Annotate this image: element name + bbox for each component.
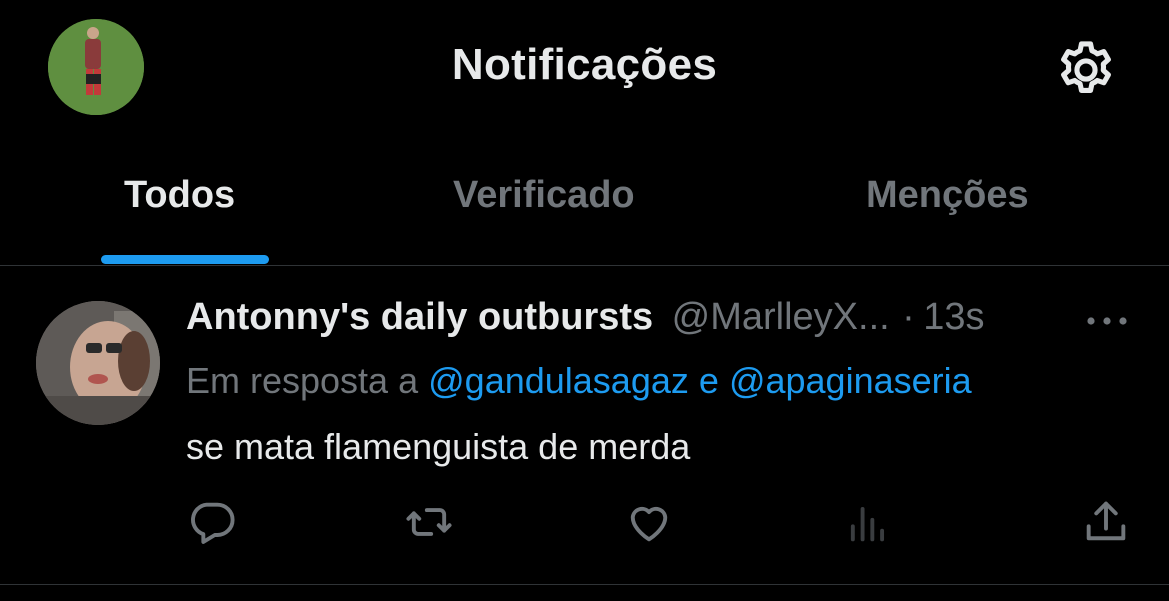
reply-button[interactable] (186, 496, 238, 548)
views-button[interactable] (842, 496, 894, 548)
more-icon (1087, 317, 1127, 325)
tab-mencoes[interactable]: Menções (840, 150, 1080, 265)
page-title: Notificações (451, 40, 718, 89)
post-text: se mata flamenguista de merda (186, 426, 691, 467)
reply-mention-gandulasagaz[interactable]: @gandulasagaz (428, 360, 689, 401)
settings-button[interactable] (1052, 36, 1120, 104)
post-author-avatar[interactable] (36, 301, 160, 425)
share-icon (1086, 501, 1126, 541)
reply-prefix: Em resposta a (186, 360, 419, 401)
author-display-name[interactable]: Antonny's daily outbursts (186, 296, 653, 338)
gear-icon (1061, 41, 1111, 93)
notification-tabs: Todos Verificado Menções (0, 150, 1169, 266)
top-bar: Notificações (0, 0, 1169, 135)
post-header: Antonny's daily outbursts @MarlleyX... ·… (186, 296, 1146, 346)
author-handle[interactable]: @MarlleyX... (672, 296, 890, 338)
author-avatar-image (36, 301, 160, 425)
notification-post[interactable]: Antonny's daily outbursts @MarlleyX... ·… (0, 266, 1169, 585)
reply-mention-apaginaseria[interactable]: @apaginaseria (729, 360, 972, 401)
tab-todos-label: Todos (124, 174, 236, 216)
tab-mencoes-label: Menções (866, 174, 1029, 216)
separator-dot: · (902, 296, 915, 338)
more-options-button[interactable] (1084, 306, 1130, 336)
tab-verificado[interactable]: Verificado (420, 150, 700, 265)
like-icon (630, 506, 668, 542)
active-tab-indicator (101, 255, 269, 264)
repost-button[interactable] (403, 496, 455, 548)
reply-context: Em resposta a @gandulasagaz e @apaginase… (186, 360, 972, 402)
tab-todos[interactable]: Todos (80, 150, 290, 265)
repost-icon (406, 508, 452, 536)
reply-icon (191, 502, 235, 544)
share-button[interactable] (1080, 496, 1132, 548)
views-icon (850, 507, 885, 542)
tab-verificado-label: Verificado (453, 174, 635, 216)
like-button[interactable] (623, 496, 675, 548)
reply-joiner: e (698, 360, 719, 401)
post-timestamp: 13s (923, 296, 985, 338)
